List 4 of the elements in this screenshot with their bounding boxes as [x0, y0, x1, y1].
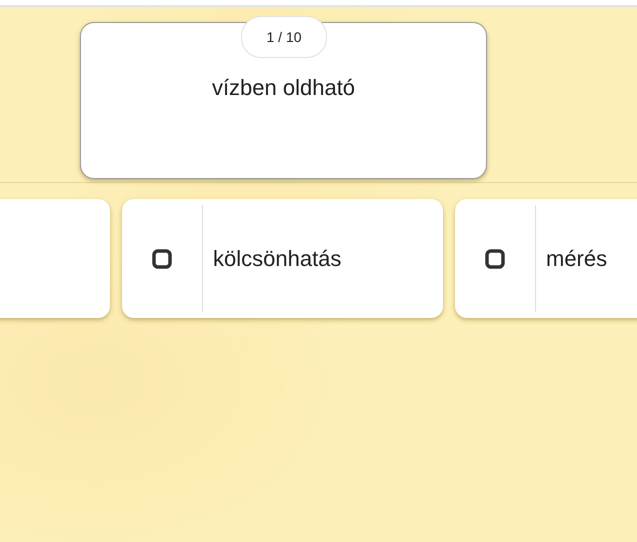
question-prompt: vízben oldható — [212, 75, 356, 101]
option-card[interactable]: kölcsönhatás — [122, 199, 443, 318]
option-card[interactable]: mérés — [455, 199, 637, 318]
question-counter: 1 / 10 — [241, 16, 327, 58]
